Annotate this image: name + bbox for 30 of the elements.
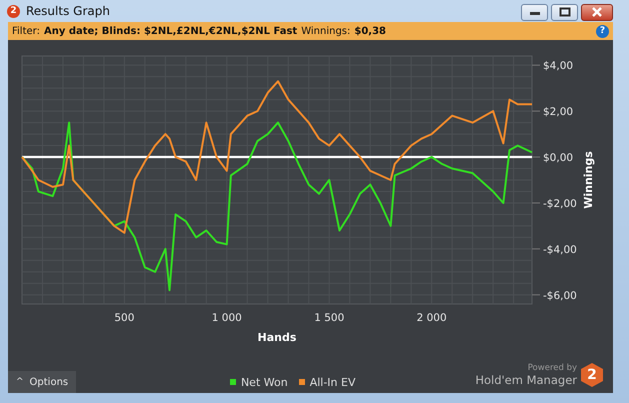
maximize-button[interactable] [551, 4, 578, 20]
winnings-value: $0,38 [354, 26, 386, 36]
hexagon-logo-icon: 2 [581, 363, 603, 387]
y-tick-label: -$6,00 [543, 290, 577, 302]
x-tick-label: 500 [114, 312, 134, 324]
app-logo-icon: 2 [7, 4, 20, 18]
legend-label: Net Won [240, 376, 288, 388]
filter-label: Filter: [12, 26, 40, 36]
close-icon [591, 7, 603, 17]
y-tick-label: $2,00 [543, 106, 574, 118]
x-tick-label: 1 000 [212, 312, 242, 324]
y-tick-label: -$4,00 [543, 244, 577, 256]
legend-label: All-In EV [310, 376, 356, 388]
window-title: Results Graph [26, 4, 111, 18]
winnings-label: Winnings: [301, 26, 350, 36]
x-axis-title: Hands [258, 331, 296, 344]
y-tick-label: $4,00 [543, 60, 574, 72]
options-button[interactable]: ^ Options [8, 371, 76, 393]
x-tick-label: 1 500 [314, 312, 344, 324]
y-tick-label: $0,00 [543, 152, 574, 164]
powered-by-text: Powered by [528, 363, 577, 373]
y-tick-label: -$2,00 [543, 198, 577, 210]
y-axis-title: Winnings [582, 151, 595, 209]
maximize-icon [558, 7, 570, 17]
help-button[interactable]: ? [596, 24, 609, 38]
minimize-button[interactable] [521, 4, 548, 20]
x-tick-label: 2 000 [416, 312, 447, 324]
filter-value: Any date; Blinds: $2NL,£2NL,€2NL,$2NL Fast [44, 26, 298, 36]
close-button[interactable] [581, 4, 613, 20]
product-name: Hold'em Manager [475, 373, 577, 387]
